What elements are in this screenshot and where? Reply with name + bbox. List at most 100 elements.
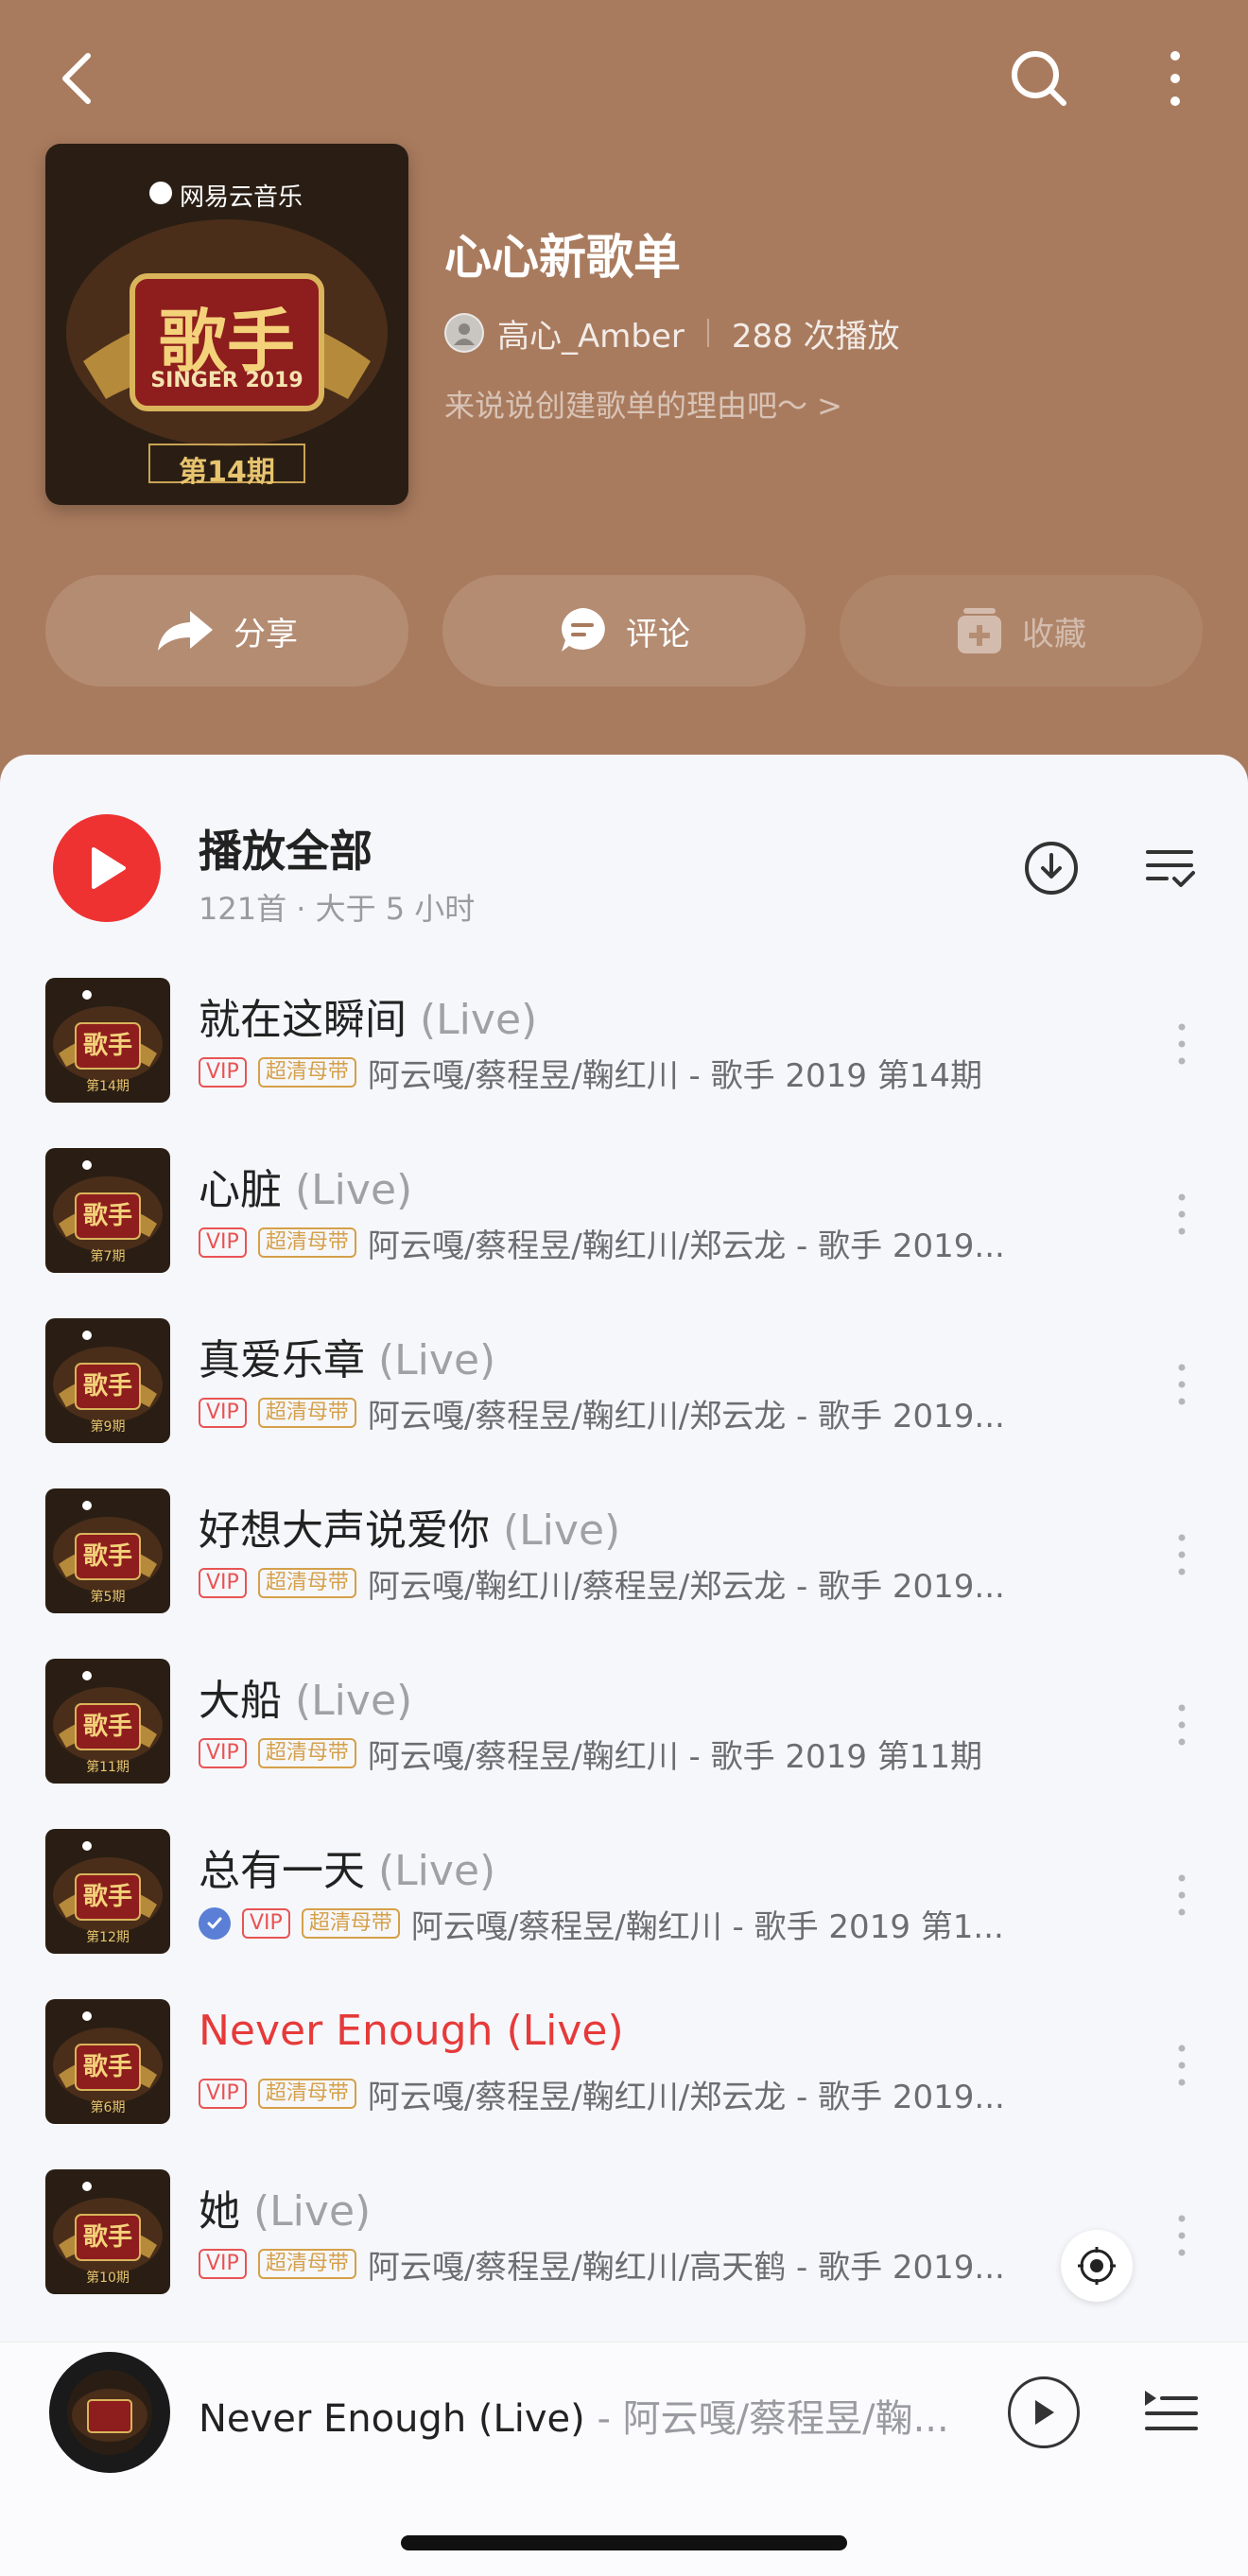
avatar[interactable] [444,313,484,353]
more-vertical-icon [1178,2045,1186,2086]
hq-badge: 超清母带 [257,1738,356,1768]
hq-badge: 超清母带 [257,2249,356,2279]
song-cover-issue: 第11期 [86,1760,130,1775]
cover-subtitle-text: SINGER 2019 [150,369,303,392]
comment-label: 评论 [626,615,690,653]
song-more-button[interactable] [1153,2198,1210,2273]
cover-issue-text: 第14期 [179,456,275,489]
locate-target-icon [1078,2247,1116,2285]
song-cover-issue: 第6期 [90,2100,126,2115]
song-meta: VIP 超清母带 阿云嘎/蔡程昱/鞠红川/高天鹤 - 歌手 2019... [199,2245,1049,2283]
song-title: 真爱乐章 (Live) [199,1326,495,1386]
song-more-button[interactable] [1153,2028,1210,2103]
play-all-row: 播放全部 121首 · 大于 5 小时 [0,811,1248,927]
more-button[interactable] [1133,36,1218,121]
song-artists: 阿云嘎/蔡程昱/鞠红川/郑云龙 - 歌手 2019... [367,1397,1005,1433]
collect-label: 收藏 [1022,615,1086,653]
hq-badge: 超清母带 [257,1227,356,1258]
playlist-title: 心心新歌单 [444,230,681,285]
multiselect-button[interactable] [1133,830,1208,906]
play-all-label[interactable]: 播放全部 [199,817,373,879]
play-icon [92,847,126,889]
song-cover: 歌手 第7期 [45,1148,170,1273]
comment-button[interactable]: 评论 [442,575,806,687]
share-button[interactable]: 分享 [45,575,408,687]
song-row[interactable]: 歌手 第7期 心脏 (Live) VIP 超清母带 阿云嘎/蔡程昱/鞠红川/郑云… [0,1148,1248,1318]
song-title: 好想大声说爱你 (Live) [199,1496,620,1557]
description-link[interactable]: 来说说创建歌单的理由吧～ > [444,382,842,426]
song-row[interactable]: 歌手 第6期 Never Enough (Live) VIP 超清母带 阿云嘎/… [0,1999,1248,2169]
song-cover: 歌手 第6期 [45,1999,170,2124]
vip-badge: VIP [199,1738,247,1768]
cover-brand-text: 网易云音乐 [180,183,303,212]
song-cover-title: 歌手 [82,1372,132,1401]
download-button[interactable] [1014,830,1089,906]
song-title: 心脏 (Live) [199,1156,412,1216]
song-cover: 歌手 第14期 [45,978,170,1103]
more-vertical-icon [1178,1534,1186,1575]
song-title-text: 心脏 [199,1166,282,1214]
mini-play-button[interactable] [1008,2376,1080,2448]
collect-plus-icon [958,608,1001,653]
song-cover-issue: 第9期 [90,1419,126,1435]
song-more-button[interactable] [1153,1687,1210,1763]
song-meta: VIP 超清母带 阿云嘎/蔡程昱/鞠红川/郑云龙 - 歌手 2019... [199,2075,1049,2113]
song-row[interactable]: 歌手 第5期 好想大声说爱你 (Live) VIP 超清母带 阿云嘎/鞠红川/蔡… [0,1488,1248,1659]
song-cover: 歌手 第11期 [45,1659,170,1784]
song-cover-title: 歌手 [82,1542,132,1571]
play-all-button[interactable] [53,814,161,922]
song-artists: 阿云嘎/蔡程昱/鞠红川/郑云龙 - 歌手 2019... [367,2078,1005,2114]
song-more-button[interactable] [1153,1176,1210,1252]
song-meta: VIP 超清母带 阿云嘎/鞠红川/蔡程昱/郑云龙 - 歌手 2019... [199,1564,1049,1602]
mini-player-disc[interactable] [49,2352,170,2473]
vip-badge: VIP [199,2079,247,2109]
song-title-text: 就在这瞬间 [199,996,407,1044]
song-cover: 歌手 第12期 [45,1829,170,1954]
more-vertical-icon [1178,1874,1186,1916]
song-more-button[interactable] [1153,1347,1210,1422]
share-label: 分享 [234,615,298,653]
song-more-button[interactable] [1153,1517,1210,1593]
playlist-cover[interactable]: 网易云音乐 歌手 SINGER 2019 第14期 [45,144,408,505]
song-title-suffix: (Live) [253,2187,372,2236]
song-title-suffix: (Live) [506,2007,624,2055]
play-count: 288 次播放 [731,317,900,356]
song-title-suffix: (Live) [295,1166,413,1214]
locate-current-button[interactable] [1061,2230,1133,2302]
search-icon [1012,51,1066,106]
song-title-text: 大船 [199,1677,282,1725]
song-list: 歌手 第14期 就在这瞬间 (Live) VIP 超清母带 阿云嘎/蔡程昱/鞠红… [0,978,1248,2340]
queue-button[interactable] [1135,2376,1206,2448]
hq-badge: 超清母带 [257,1568,356,1598]
mini-player-cover [67,2370,152,2455]
divider [706,319,709,347]
song-row[interactable]: 歌手 第10期 她 (Live) VIP 超清母带 阿云嘎/蔡程昱/鞠红川/高天… [0,2169,1248,2340]
song-title-text: 她 [199,2187,240,2236]
home-indicator [401,2535,847,2550]
song-row[interactable]: 歌手 第11期 大船 (Live) VIP 超清母带 阿云嘎/蔡程昱/鞠红川 -… [0,1659,1248,1829]
mini-player[interactable]: Never Enough (Live) - 阿云嘎/蔡程昱/鞠... [0,2341,1248,2576]
vip-badge: VIP [199,1398,247,1428]
song-row[interactable]: 歌手 第14期 就在这瞬间 (Live) VIP 超清母带 阿云嘎/蔡程昱/鞠红… [0,978,1248,1148]
more-vertical-icon [1178,1364,1186,1405]
back-button[interactable] [34,36,119,121]
song-cover: 歌手 第9期 [45,1318,170,1443]
song-cover: 歌手 第10期 [45,2169,170,2294]
song-cover-title: 歌手 [82,2223,132,2252]
more-vertical-icon [1170,51,1180,106]
search-button[interactable] [997,36,1082,121]
song-artists: 阿云嘎/蔡程昱/鞠红川/郑云龙 - 歌手 2019... [367,1227,1005,1262]
vip-badge: VIP [199,1227,247,1258]
creator-name[interactable]: 高心_Amber [497,310,685,357]
song-artists: 阿云嘎/蔡程昱/鞠红川 - 歌手 2019 第14期 [367,1056,983,1092]
song-more-button[interactable] [1153,1006,1210,1082]
creator-row[interactable]: 高心_Amber 288 次播放 [444,308,900,357]
verified-icon [199,1907,231,1940]
collect-button[interactable]: 收藏 [840,575,1203,687]
song-title-suffix: (Live) [378,1336,496,1384]
song-row[interactable]: 歌手 第12期 总有一天 (Live) VIP 超清母带 阿云嘎/蔡程昱/鞠红川… [0,1829,1248,1999]
song-more-button[interactable] [1153,1857,1210,1933]
more-vertical-icon [1178,2215,1186,2256]
song-row[interactable]: 歌手 第9期 真爱乐章 (Live) VIP 超清母带 阿云嘎/蔡程昱/鞠红川/… [0,1318,1248,1488]
vip-badge: VIP [242,1908,290,1939]
